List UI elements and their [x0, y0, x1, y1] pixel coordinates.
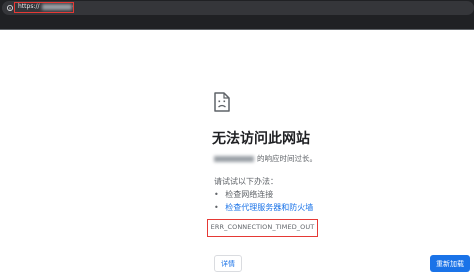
timeout-text: 的响应时间过长。: [257, 154, 317, 163]
error-code: ERR_CONNECTION_TIMED_OUT: [207, 219, 318, 237]
list-item: 检查网络连接: [214, 188, 313, 201]
info-icon[interactable]: [7, 4, 13, 12]
details-button[interactable]: 详情: [214, 255, 242, 272]
address-bar[interactable]: https:// gg: [2, 1, 474, 15]
url-suffix: gg: [73, 3, 74, 10]
suggestion-heading: 请试试以下办法：: [214, 177, 278, 186]
url-text[interactable]: https:// gg: [14, 2, 74, 13]
reload-button[interactable]: 重新加载: [430, 255, 470, 272]
site-timeout-message: 的响应时间过长。: [214, 153, 317, 164]
suggestion-check-network: 检查网络连接: [225, 190, 274, 199]
url-scheme: https://: [18, 3, 40, 10]
sad-page-icon: [214, 92, 230, 112]
toolbar-divider: [0, 29, 474, 30]
page-title: 无法访问此网站: [212, 131, 310, 147]
check-proxy-firewall-link[interactable]: 检查代理服务器和防火墙: [225, 203, 313, 212]
browser-toolbar: https:// gg: [0, 0, 474, 30]
site-name-redacted: [214, 156, 254, 162]
url-host-redacted: [41, 3, 72, 10]
list-item: 检查代理服务器和防火墙: [214, 201, 313, 214]
suggestion-list: 检查网络连接 检查代理服务器和防火墙: [214, 188, 313, 214]
